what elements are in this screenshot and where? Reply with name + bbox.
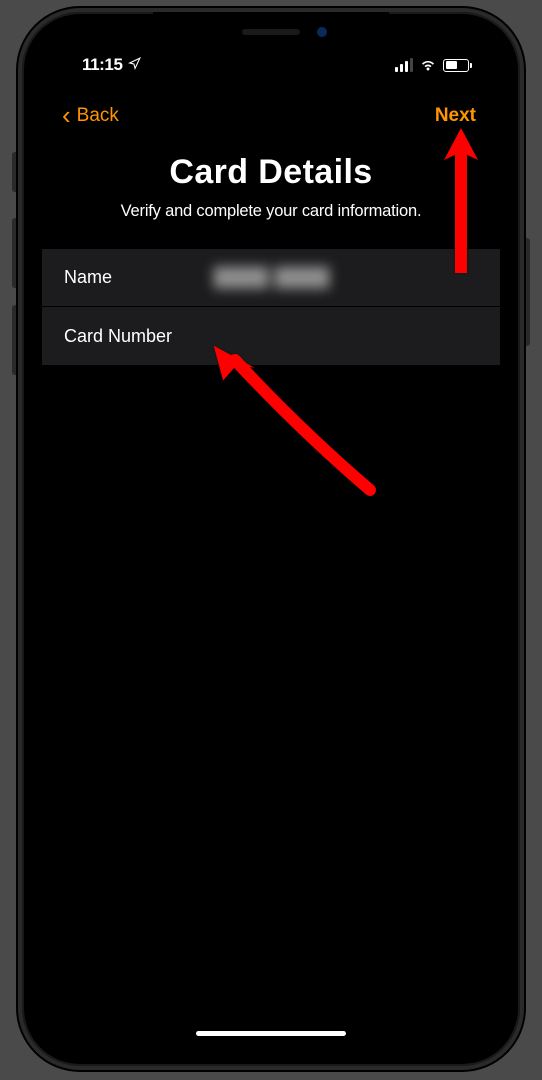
status-indicators: [395, 58, 472, 72]
page-subtitle: Verify and complete your card informatio…: [66, 202, 476, 221]
back-button[interactable]: ‹ Back: [62, 100, 119, 131]
cellular-signal-icon: [395, 58, 413, 72]
next-button[interactable]: Next: [435, 105, 476, 127]
front-camera: [317, 27, 327, 37]
battery-icon: [443, 59, 472, 72]
speaker-slot: [242, 29, 300, 35]
title-section: Card Details Verify and complete your ca…: [42, 145, 500, 249]
screen-area: 11:15: [42, 32, 500, 1046]
annotation-arrow-card-number: [200, 330, 380, 505]
device-notch: [153, 12, 389, 48]
page-title: Card Details: [66, 153, 476, 192]
home-indicator[interactable]: [196, 1031, 346, 1036]
annotation-arrow-next: [436, 128, 486, 278]
name-value: ████ ████: [214, 267, 330, 288]
location-icon: [128, 57, 141, 73]
time-label: 11:15: [82, 55, 123, 75]
chevron-left-icon: ‹: [62, 100, 71, 131]
navigation-bar: ‹ Back Next: [42, 82, 500, 145]
power-button: [524, 238, 530, 346]
name-label: Name: [64, 267, 214, 288]
card-number-label: Card Number: [64, 326, 214, 347]
name-row[interactable]: Name ████ ████: [42, 249, 500, 307]
wifi-icon: [419, 58, 437, 72]
status-time: 11:15: [82, 55, 141, 75]
back-label: Back: [77, 105, 119, 127]
